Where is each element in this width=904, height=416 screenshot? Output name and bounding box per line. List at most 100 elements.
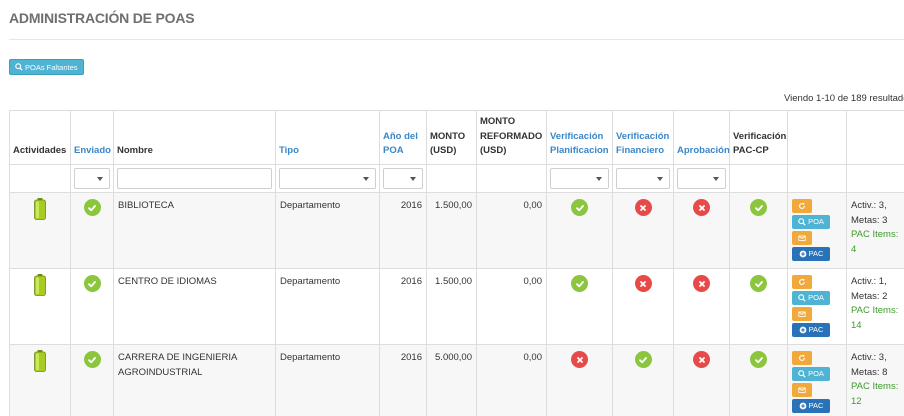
aprobacion-x-circle-icon <box>693 275 710 292</box>
chevron-down-icon <box>97 177 103 181</box>
refresh-icon <box>799 354 805 361</box>
pac-check-circle-icon <box>750 275 767 292</box>
aprobacion-x-circle-icon <box>693 351 710 368</box>
actividades-cell <box>9 268 71 345</box>
envelope-icon <box>798 387 806 393</box>
aprobacion-cell <box>673 344 730 416</box>
envelope-icon <box>798 311 806 317</box>
poas-table: Actividades Enviado Nombre Tipo Año del … <box>9 110 904 416</box>
enviado-filter-select[interactable] <box>74 168 110 189</box>
col-ver-planificacion[interactable]: Verificación Planificacion <box>546 110 613 165</box>
chevron-down-icon <box>596 177 602 181</box>
refresh-icon <box>799 278 805 285</box>
filter-empty <box>787 164 847 193</box>
col-anio[interactable]: Año del POA <box>379 110 427 165</box>
chevron-down-icon <box>410 177 416 181</box>
view-poa-button[interactable]: POA <box>792 367 830 381</box>
enviado-check-circle-icon <box>83 351 101 368</box>
email-button[interactable] <box>792 231 812 245</box>
email-button[interactable] <box>792 307 812 321</box>
refresh-button[interactable] <box>792 199 812 213</box>
search-icon <box>798 370 806 378</box>
aprobacion-filter-select[interactable] <box>677 168 726 189</box>
ver-planificacion-cell <box>546 268 613 345</box>
refresh-button[interactable] <box>792 275 812 289</box>
view-poa-button[interactable]: POA <box>792 215 830 229</box>
pac-items-label: PAC Items: <box>851 305 899 317</box>
pac-check-circle-icon <box>750 351 767 368</box>
ver-financiero-cell <box>612 192 674 269</box>
poa-label: POA <box>808 369 824 379</box>
filter-empty <box>476 164 547 193</box>
anio-filter-select[interactable] <box>383 168 423 189</box>
info-cell: Activ.: 1, Metas: 2 PAC Items: 14 <box>846 268 904 345</box>
nombre-cell: CENTRO DE IDIOMAS <box>113 268 276 345</box>
tipo-cell: Departamento <box>275 192 380 269</box>
tipo-cell: Departamento <box>275 344 380 416</box>
title-divider <box>9 39 904 40</box>
col-aprobacion[interactable]: Aprobación <box>673 110 730 165</box>
ver-financiero-filter-select[interactable] <box>616 168 670 189</box>
add-pac-button[interactable]: PAC <box>792 247 830 261</box>
actividades-cell <box>9 192 71 269</box>
aprobacion-x-circle-icon <box>693 199 710 216</box>
pac-label: PAC <box>808 325 824 335</box>
metas-count: Metas: 3 <box>851 214 888 226</box>
aprobacion-cell <box>673 192 730 269</box>
metas-count: Metas: 2 <box>851 290 888 302</box>
pac-label: PAC <box>808 249 824 259</box>
pac-items-count: 4 <box>851 244 857 256</box>
pac-items-count: 14 <box>851 320 862 332</box>
info-cell: Activ.: 3, Metas: 8 PAC Items: 12 <box>846 344 904 416</box>
table-row: BIBLIOTECA Departamento 2016 1.500,00 0,00 PO… <box>9 192 904 269</box>
poa-label: POA <box>808 217 824 227</box>
table-row: CARRERA DE INGENIERIA AGROINDUSTRIAL Depa… <box>9 344 904 416</box>
search-icon <box>15 63 23 71</box>
plus-circle-icon <box>799 326 806 334</box>
anio-cell: 2016 <box>379 268 427 345</box>
enviado-check-circle-icon <box>83 199 101 216</box>
filter-row <box>9 164 904 193</box>
pac-check-circle-icon <box>750 199 767 216</box>
col-ver-pac: Verificación PAC-CP <box>729 110 788 165</box>
enviado-cell <box>70 344 114 416</box>
table-row: CENTRO DE IDIOMAS Departamento 2016 1.500,0… <box>9 268 904 345</box>
col-tipo[interactable]: Tipo <box>275 110 380 165</box>
battery-icon[interactable] <box>34 350 46 372</box>
results-summary: Viendo 1-10 de 189 resultados <box>784 93 904 104</box>
chevron-down-icon <box>363 177 369 181</box>
activ-count: Activ.: 3, <box>851 352 887 363</box>
col-nombre: Nombre <box>113 110 276 165</box>
col-ver-financiero[interactable]: Verificación Financiero <box>612 110 674 165</box>
refresh-icon <box>799 202 805 209</box>
poas-faltantes-button[interactable]: POAs Faltantes <box>9 59 84 75</box>
battery-icon[interactable] <box>34 198 46 220</box>
refresh-button[interactable] <box>792 351 812 365</box>
ver-planificacion-filter-select[interactable] <box>550 168 609 189</box>
col-enviado[interactable]: Enviado <box>70 110 114 165</box>
envelope-icon <box>798 235 806 241</box>
filter-empty <box>9 164 71 193</box>
col-actividades: Actividades <box>9 110 71 165</box>
monto-cell: 5.000,00 <box>426 344 477 416</box>
enviado-check-circle-icon <box>83 275 101 292</box>
view-poa-button[interactable]: POA <box>792 291 830 305</box>
plus-circle-icon <box>799 402 806 410</box>
filter-empty <box>729 164 788 193</box>
nombre-filter-input[interactable] <box>117 168 272 189</box>
page-title: ADMINISTRACIÓN DE POAS <box>9 10 195 26</box>
monto-reformado-cell: 0,00 <box>476 192 547 269</box>
add-pac-button[interactable]: PAC <box>792 323 830 337</box>
battery-icon[interactable] <box>34 274 46 296</box>
email-button[interactable] <box>792 383 812 397</box>
add-pac-button[interactable]: PAC <box>792 399 830 413</box>
ver-pac-cell <box>729 268 788 345</box>
nombre-cell: CARRERA DE INGENIERIA AGROINDUSTRIAL <box>113 344 276 416</box>
anio-cell: 2016 <box>379 344 427 416</box>
filter-empty <box>846 164 904 193</box>
tipo-filter-select[interactable] <box>279 168 376 189</box>
col-monto: MONTO (USD) <box>426 110 477 165</box>
metas-count: Metas: 8 <box>851 366 888 378</box>
ver-financiero-cell <box>612 344 674 416</box>
aprobacion-cell <box>673 268 730 345</box>
